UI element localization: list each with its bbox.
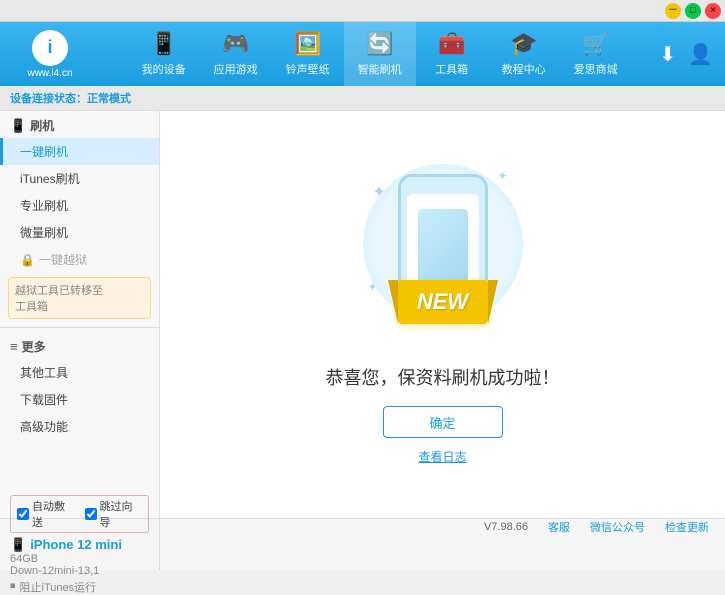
smart-flash-icon: 🔄 — [366, 31, 393, 57]
user-button[interactable]: 👤 — [688, 42, 713, 67]
blog-link[interactable]: 查看日志 — [418, 448, 466, 465]
success-illustration: ✦ ✦ ✦ NEW — [353, 164, 533, 344]
sidebar-item-jailbreak-locked: 🔒 一键越狱 — [0, 246, 159, 273]
notice-text: 越狱工具已转移至工具箱 — [15, 285, 103, 313]
jailbreak-label: 一键越狱 — [39, 251, 87, 268]
sidebar-item-one-click-flash[interactable]: 一键刷机 — [0, 138, 159, 165]
sidebar-item-micro-flash[interactable]: 微量刷机 — [0, 219, 159, 246]
auto-connect-label: 自动敷送 — [32, 498, 75, 530]
success-message: 恭喜您，保资料刷机成功啦！ — [326, 364, 560, 390]
pro-flash-label: 专业刷机 — [20, 199, 68, 213]
toolbox-icon: 🧰 — [438, 31, 465, 57]
nav-item-smart-flash-label: 智能刷机 — [358, 61, 402, 77]
shop-icon: 🛒 — [582, 31, 609, 57]
my-device-icon: 📱 — [150, 31, 177, 57]
header-right: ⬇ 👤 — [659, 42, 725, 67]
one-click-flash-label: 一键刷机 — [20, 145, 68, 159]
footer-bar: 自动敷送 跳过向导 📱 iPhone 12 mini 64GB Down-12m… — [0, 518, 725, 570]
itunes-status-icon: ⏹ — [10, 580, 16, 593]
nav-item-shop[interactable]: 🛒 爱思商城 — [560, 22, 632, 86]
sidebar: 📱 刷机 一键刷机 iTunes刷机 专业刷机 微量刷机 🔒 一键越狱 越狱工具… — [0, 111, 160, 518]
status-label: 设备连接状态： — [10, 93, 87, 105]
sidebar-item-download-firmware[interactable]: 下载固件 — [0, 386, 159, 413]
sidebar-item-advanced[interactable]: 高级功能 — [0, 413, 159, 440]
footer-right: V7.98.66 客服 微信公众号 检查更新 — [160, 519, 725, 535]
service-link[interactable]: 客服 — [548, 519, 570, 535]
flash-section-icon: 📱 — [10, 118, 26, 134]
nav-item-tutorial[interactable]: 🎓 教程中心 — [488, 22, 560, 86]
sidebar-section-flash: 📱 刷机 — [0, 111, 159, 138]
itunes-status: ⏹ 阻止iTunes运行 — [10, 579, 149, 595]
sidebar-item-other-tools[interactable]: 其他工具 — [0, 359, 159, 386]
nav-item-apps[interactable]: 🎮 应用游戏 — [200, 22, 272, 86]
itunes-flash-label: iTunes刷机 — [20, 172, 80, 186]
auto-connect-checkbox[interactable]: 自动敷送 — [17, 498, 75, 530]
nav-item-my-device[interactable]: 📱 我的设备 — [128, 22, 200, 86]
device-storage: 64GB — [10, 553, 149, 565]
sidebar-jailbreak-notice: 越狱工具已转移至工具箱 — [8, 277, 151, 319]
nav-item-wallpaper-label: 铃声壁纸 — [286, 61, 330, 77]
download-button[interactable]: ⬇ — [659, 42, 676, 67]
use-guide-input[interactable] — [85, 508, 97, 520]
tutorial-icon: 🎓 — [510, 31, 537, 57]
nav-bar: 📱 我的设备 🎮 应用游戏 🖼️ 铃声壁纸 🔄 智能刷机 🧰 工具箱 🎓 教程中… — [100, 22, 659, 86]
restore-button[interactable]: □ — [685, 3, 701, 19]
logo-icon: i — [32, 30, 68, 66]
device-icon: 📱 — [10, 537, 26, 553]
more-section-icon: ≡ — [10, 339, 18, 354]
device-name: iPhone 12 mini — [30, 537, 122, 552]
itunes-status-label: 阻止iTunes运行 — [20, 579, 97, 595]
apps-icon: 🎮 — [222, 31, 249, 57]
download-firmware-label: 下载固件 — [20, 393, 68, 407]
flash-section-label: 刷机 — [30, 117, 54, 134]
footer-left: 自动敷送 跳过向导 📱 iPhone 12 mini 64GB Down-12m… — [0, 519, 160, 570]
nav-item-shop-label: 爱思商城 — [574, 61, 618, 77]
sidebar-divider-1 — [0, 327, 159, 328]
auto-connect-input[interactable] — [17, 508, 29, 520]
wechat-link[interactable]: 微信公众号 — [590, 519, 645, 535]
title-bar: － □ × — [0, 0, 725, 22]
close-button[interactable]: × — [705, 3, 721, 19]
nav-item-wallpaper[interactable]: 🖼️ 铃声壁纸 — [272, 22, 344, 86]
more-section-label: 更多 — [22, 338, 46, 355]
nav-item-apps-label: 应用游戏 — [214, 61, 258, 77]
header: i www.i4.cn 📱 我的设备 🎮 应用游戏 🖼️ 铃声壁纸 🔄 智能刷机… — [0, 22, 725, 86]
phone-screen-content — [418, 209, 468, 289]
sidebar-section-more: ≡ 更多 — [0, 332, 159, 359]
device-status-bar: 设备连接状态：正常模式 — [0, 86, 725, 111]
new-badge-text: NEW — [417, 289, 468, 315]
advanced-label: 高级功能 — [20, 420, 68, 434]
sparkle-icon-2: ✦ — [497, 169, 507, 183]
minimize-button[interactable]: － — [665, 3, 681, 19]
logo-text: www.i4.cn — [27, 68, 72, 79]
nav-item-toolbox-label: 工具箱 — [435, 61, 468, 77]
micro-flash-label: 微量刷机 — [20, 226, 68, 240]
main-panel: ✦ ✦ ✦ NEW 恭喜您，保资料刷机成功啦！ 确定 查看日志 — [160, 111, 725, 518]
status-value: 正常模式 — [87, 93, 131, 105]
new-badge: NEW — [398, 280, 488, 324]
nav-item-smart-flash[interactable]: 🔄 智能刷机 — [344, 22, 416, 86]
wallpaper-icon: 🖼️ — [294, 31, 321, 57]
update-link[interactable]: 检查更新 — [665, 519, 709, 535]
content-area: 📱 刷机 一键刷机 iTunes刷机 专业刷机 微量刷机 🔒 一键越狱 越狱工具… — [0, 111, 725, 518]
nav-item-my-device-label: 我的设备 — [142, 61, 186, 77]
sidebar-item-pro-flash[interactable]: 专业刷机 — [0, 192, 159, 219]
logo[interactable]: i www.i4.cn — [0, 22, 100, 87]
other-tools-label: 其他工具 — [20, 366, 68, 380]
sidebar-item-itunes-flash[interactable]: iTunes刷机 — [0, 165, 159, 192]
nav-item-toolbox[interactable]: 🧰 工具箱 — [416, 22, 488, 86]
device-model: Down-12mini-13,1 — [10, 565, 149, 577]
use-guide-checkbox[interactable]: 跳过向导 — [85, 498, 143, 530]
confirm-button[interactable]: 确定 — [383, 406, 503, 438]
lock-icon: 🔒 — [20, 253, 35, 267]
nav-item-tutorial-label: 教程中心 — [502, 61, 546, 77]
use-guide-label: 跳过向导 — [100, 498, 143, 530]
